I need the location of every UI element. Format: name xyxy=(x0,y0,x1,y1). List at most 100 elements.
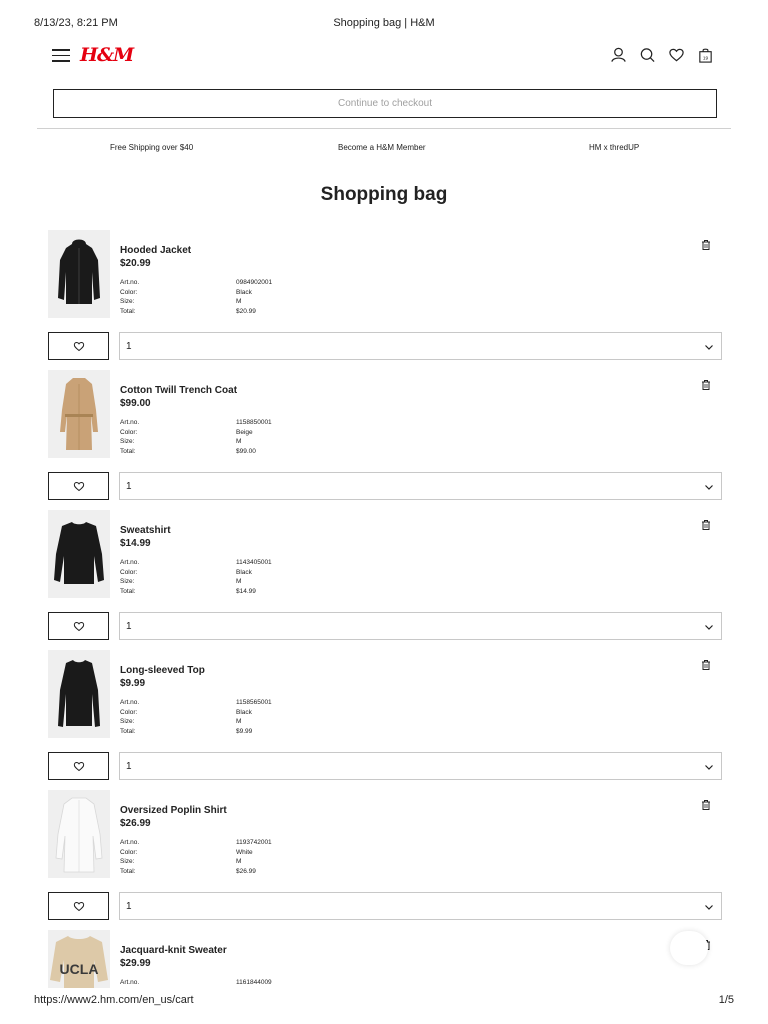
print-title: Shopping bag | H&M xyxy=(333,17,435,29)
item-color: Black xyxy=(236,289,252,296)
detail-label: Art.no. xyxy=(120,419,140,426)
detail-label: Size: xyxy=(120,578,135,585)
item-total: $14.99 xyxy=(236,588,256,595)
detail-label: Total: xyxy=(120,308,136,315)
detail-label: Color: xyxy=(120,849,138,856)
chevron-down-icon xyxy=(705,765,713,770)
detail-label: Size: xyxy=(120,858,135,865)
promo-thredup[interactable]: HM x thredUP xyxy=(589,143,639,152)
promo-member[interactable]: Become a H&M Member xyxy=(338,143,426,152)
detail-label: Art.no. xyxy=(120,699,140,706)
print-header: 8/13/23, 8:21 PM Shopping bag | H&M xyxy=(0,17,768,31)
trash-icon[interactable] xyxy=(700,799,712,811)
cart-item: UCLA Jacquard-knit Sweater $29.99 Art.no… xyxy=(0,930,768,988)
move-to-favorites-button[interactable] xyxy=(48,472,109,500)
heart-icon xyxy=(73,341,84,351)
item-color: White xyxy=(236,849,253,856)
quantity-value: 1 xyxy=(126,761,132,772)
art-number: 0984902001 xyxy=(236,279,273,286)
quantity-value: 1 xyxy=(126,901,132,912)
move-to-favorites-button[interactable] xyxy=(48,892,109,920)
quantity-value: 1 xyxy=(126,341,132,352)
item-total: $9.99 xyxy=(236,728,253,735)
art-number: 1158850001 xyxy=(236,419,272,426)
detail-label: Size: xyxy=(120,298,135,305)
account-icon[interactable] xyxy=(610,46,627,64)
quantity-select[interactable]: 1 xyxy=(119,892,722,920)
trash-icon[interactable] xyxy=(700,519,712,531)
move-to-favorites-button[interactable] xyxy=(48,752,109,780)
move-to-favorites-button[interactable] xyxy=(48,332,109,360)
heart-icon xyxy=(73,901,84,911)
heart-icon xyxy=(73,761,84,771)
product-image[interactable]: UCLA xyxy=(48,930,110,988)
quantity-select[interactable]: 1 xyxy=(119,612,722,640)
cart-item: Hooded Jacket $20.99 Art.no. 0984902001 … xyxy=(0,230,768,370)
quantity-select[interactable]: 1 xyxy=(119,752,722,780)
menu-icon[interactable] xyxy=(52,49,70,63)
detail-label: Color: xyxy=(120,569,138,576)
sweater-print: UCLA xyxy=(60,961,99,977)
print-footer: https://www2.hm.com/en_us/cart 1/5 xyxy=(0,994,768,1008)
item-name[interactable]: Long-sleeved Top xyxy=(120,665,205,676)
chat-button[interactable] xyxy=(670,931,708,965)
print-url: https://www2.hm.com/en_us/cart xyxy=(34,994,194,1006)
item-total: $99.00 xyxy=(236,448,256,455)
item-size: M xyxy=(236,858,242,865)
detail-label: Color: xyxy=(120,709,138,716)
item-color: Black xyxy=(236,709,252,716)
item-price: $14.99 xyxy=(120,538,151,549)
hm-logo[interactable]: H&M xyxy=(80,44,134,66)
item-color: Beige xyxy=(236,429,253,436)
detail-label: Art.no. xyxy=(120,559,140,566)
item-size: M xyxy=(236,578,242,585)
item-price: $26.99 xyxy=(120,818,151,829)
detail-label: Color: xyxy=(120,429,138,436)
chevron-down-icon xyxy=(705,485,713,490)
trash-icon[interactable] xyxy=(700,239,712,251)
cart-item: Cotton Twill Trench Coat $99.00 Art.no. … xyxy=(0,370,768,510)
bag-icon[interactable]: 19 xyxy=(697,46,714,64)
product-image[interactable] xyxy=(48,650,110,738)
trash-icon[interactable] xyxy=(700,379,712,391)
quantity-value: 1 xyxy=(126,621,132,632)
product-image[interactable] xyxy=(48,510,110,598)
product-image[interactable] xyxy=(48,790,110,878)
search-icon[interactable] xyxy=(639,46,656,64)
detail-label: Total: xyxy=(120,728,136,735)
item-name[interactable]: Jacquard-knit Sweater xyxy=(120,945,227,956)
product-image[interactable] xyxy=(48,230,110,318)
favorites-icon[interactable] xyxy=(668,46,685,64)
cart-item: Sweatshirt $14.99 Art.no. 1143405001 Col… xyxy=(0,510,768,650)
detail-label: Size: xyxy=(120,718,135,725)
quantity-select[interactable]: 1 xyxy=(119,332,722,360)
trash-icon[interactable] xyxy=(700,659,712,671)
continue-to-checkout-button[interactable]: Continue to checkout xyxy=(53,89,717,118)
item-color: Black xyxy=(236,569,252,576)
page-title: Shopping bag xyxy=(320,184,448,205)
chevron-down-icon xyxy=(705,345,713,350)
quantity-select[interactable]: 1 xyxy=(119,472,722,500)
item-name[interactable]: Sweatshirt xyxy=(120,525,171,536)
move-to-favorites-button[interactable] xyxy=(48,612,109,640)
chevron-down-icon xyxy=(705,905,713,910)
detail-label: Size: xyxy=(120,438,135,445)
cart-item: Long-sleeved Top $9.99 Art.no. 115856500… xyxy=(0,650,768,790)
detail-label: Art.no. xyxy=(120,979,140,986)
detail-label: Total: xyxy=(120,588,136,595)
item-name[interactable]: Oversized Poplin Shirt xyxy=(120,805,227,816)
heart-icon xyxy=(73,481,84,491)
promo-free-shipping[interactable]: Free Shipping over $40 xyxy=(110,143,193,152)
chevron-down-icon xyxy=(705,625,713,630)
cart-item: Oversized Poplin Shirt $26.99 Art.no. 11… xyxy=(0,790,768,930)
item-name[interactable]: Cotton Twill Trench Coat xyxy=(120,385,237,396)
product-image[interactable] xyxy=(48,370,110,458)
divider xyxy=(37,128,731,129)
detail-label: Total: xyxy=(120,868,136,875)
detail-label: Total: xyxy=(120,448,136,455)
art-number: 1158565001 xyxy=(236,699,272,706)
item-name[interactable]: Hooded Jacket xyxy=(120,245,191,256)
detail-label: Color: xyxy=(120,289,138,296)
quantity-value: 1 xyxy=(126,481,132,492)
art-number: 1143405001 xyxy=(236,559,272,566)
